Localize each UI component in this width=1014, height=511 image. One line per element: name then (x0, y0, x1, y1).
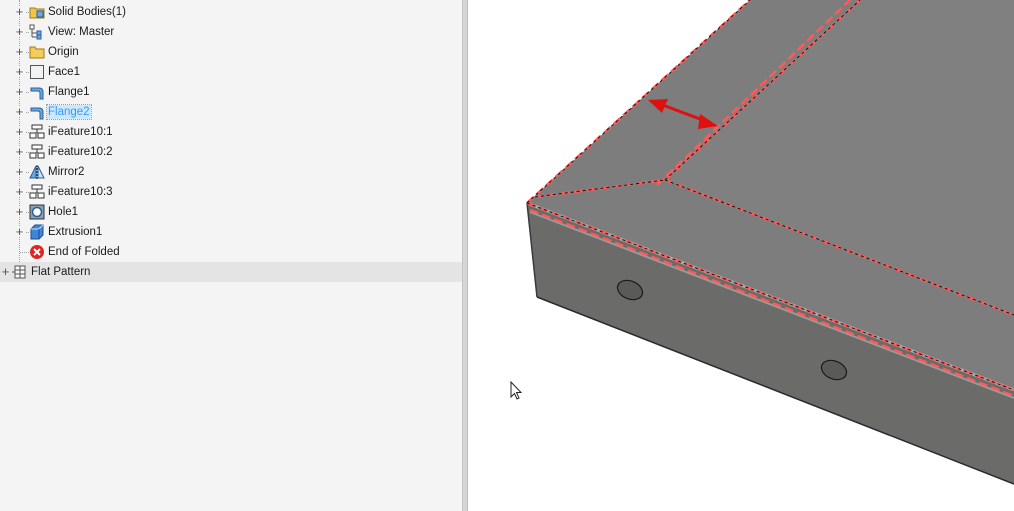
tree-label: Solid Bodies(1) (48, 6, 126, 18)
tree-label: iFeature10:1 (48, 126, 113, 138)
ifeature-icon (29, 184, 45, 200)
tree-row[interactable]: + iFeature10:1 (0, 122, 462, 142)
tree-label: View: Master (48, 26, 115, 38)
ifeature-icon (29, 144, 45, 160)
expand-toggle[interactable]: + (0, 265, 11, 278)
expand-toggle[interactable]: + (14, 145, 25, 158)
tree-row[interactable]: + View: Master (0, 22, 462, 42)
mirror-feature-icon (29, 164, 45, 180)
tree-label: Mirror2 (48, 166, 85, 178)
tree-row[interactable]: + Origin (0, 42, 462, 62)
face-feature-icon (29, 64, 45, 80)
tree-row[interactable]: + Hole1 (0, 202, 462, 222)
tree-label: End of Folded (48, 246, 120, 258)
tree-row[interactable]: + Flange2 (0, 102, 462, 122)
tree-label: Hole1 (48, 206, 79, 218)
expand-toggle[interactable]: + (14, 185, 25, 198)
tree-row-flat-pattern[interactable]: + Flat Pattern (0, 262, 462, 282)
solid-bodies-folder-icon (29, 4, 45, 20)
tree-row[interactable]: + iFeature10:2 (0, 142, 462, 162)
tree-label: Flange1 (48, 86, 90, 98)
flat-pattern-icon (12, 264, 28, 280)
sheet-metal-model-view[interactable] (468, 0, 1014, 511)
tree-label: Flat Pattern (31, 266, 91, 278)
model-browser: + Solid Bodies(1) + View: Master + Origin + Fac… (0, 0, 462, 511)
graphics-viewport[interactable] (468, 0, 1014, 511)
view-representation-icon (29, 24, 45, 40)
extrusion-feature-icon (29, 224, 45, 240)
expand-toggle[interactable]: + (14, 165, 25, 178)
tree-label: Face1 (48, 66, 80, 78)
expand-toggle[interactable]: + (14, 225, 25, 238)
tree-label: Origin (48, 46, 79, 58)
expand-toggle[interactable]: + (14, 105, 25, 118)
expand-toggle[interactable]: + (14, 65, 25, 78)
tree-row[interactable]: + iFeature10:3 (0, 182, 462, 202)
tree-row[interactable]: End of Folded (0, 242, 462, 262)
expand-toggle[interactable]: + (14, 5, 25, 18)
ifeature-icon (29, 124, 45, 140)
tree-row[interactable]: + Mirror2 (0, 162, 462, 182)
tree-row[interactable]: + Flange1 (0, 82, 462, 102)
tree-row[interactable]: + Face1 (0, 62, 462, 82)
expand-toggle[interactable]: + (14, 45, 25, 58)
flange-feature-icon (29, 104, 45, 120)
tree-guide-line (20, 252, 29, 253)
expand-toggle[interactable]: + (14, 205, 25, 218)
expand-toggle[interactable]: + (14, 85, 25, 98)
tree-row[interactable]: + Extrusion1 (0, 222, 462, 242)
mouse-cursor-icon (510, 381, 523, 400)
hole-feature-icon (29, 204, 45, 220)
expand-toggle[interactable]: + (14, 125, 25, 138)
folder-icon (29, 44, 45, 60)
tree-label: Extrusion1 (48, 226, 103, 238)
end-of-part-icon (29, 244, 45, 260)
tree-label: Flange2 (46, 104, 92, 120)
tree-label: iFeature10:3 (48, 186, 113, 198)
expand-toggle[interactable]: + (14, 25, 25, 38)
tree-row[interactable]: + Solid Bodies(1) (0, 2, 462, 22)
flange-feature-icon (29, 84, 45, 100)
tree-label: iFeature10:2 (48, 146, 113, 158)
